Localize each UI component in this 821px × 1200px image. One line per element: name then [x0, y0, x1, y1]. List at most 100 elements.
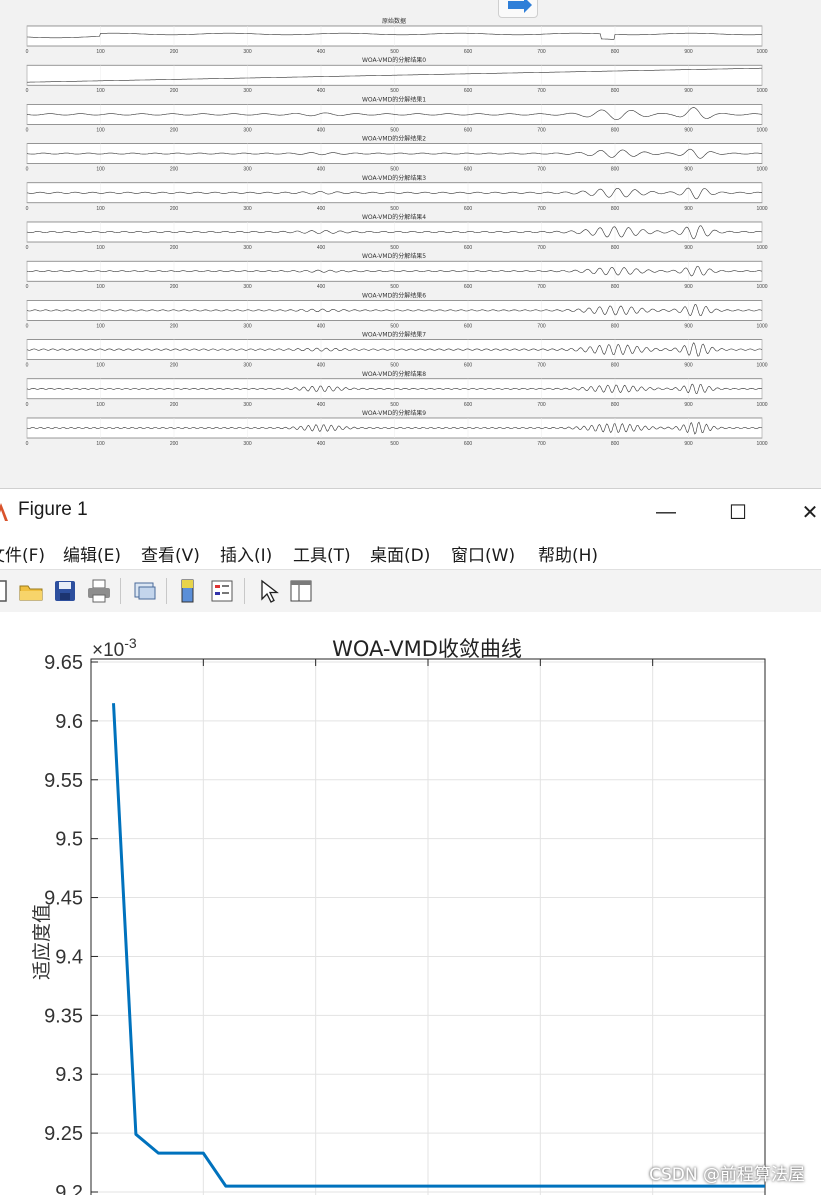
plot-area: WOA-VMD收敛曲线 ×10-3 9.2 9.25 9.3 9.35 9.4 9.45 9…	[0, 612, 821, 1200]
menu-file[interactable]: 文件(F)	[0, 541, 45, 566]
decomposition-panel: WOA-VMD的分解结果1 0 100 200 300 400 500 600 700 800 90…	[26, 95, 768, 133]
panel-x-tick-label: 500	[390, 206, 399, 212]
figure-window: Figure 1 — ☐ ✕ 文件(F) 编辑(E) 查看(V) 插入(I) 工…	[0, 488, 821, 1200]
panel-x-tick-label: 1000	[756, 363, 767, 369]
panel-x-tick-label: 0	[26, 49, 29, 55]
share-button[interactable]	[498, 0, 538, 18]
decomposition-panel: WOA-VMD的分解结果4 0 100 200 300 400 500 600 700 800 90…	[26, 213, 768, 251]
panel-x-tick-label: 600	[464, 441, 473, 447]
panel-x-tick-label: 100	[96, 245, 105, 251]
panel-x-tick-label: 800	[611, 363, 620, 369]
panel-x-tick-label: 700	[537, 402, 546, 408]
panel-x-tick-label: 800	[611, 441, 620, 447]
decomposition-panel: WOA-VMD的分解结果2 0 100 200 300 400 500 600 700 800 90…	[26, 135, 768, 173]
figure-toolbar	[0, 569, 821, 613]
panel-x-tick-label: 300	[243, 167, 252, 173]
panel-x-tick-label: 0	[26, 167, 29, 173]
panel-x-tick-label: 200	[170, 127, 179, 133]
print-icon[interactable]	[85, 577, 113, 605]
panel-x-tick-label: 400	[317, 206, 326, 212]
panel-x-tick-label: 900	[684, 441, 693, 447]
close-button[interactable]: ✕	[790, 495, 821, 529]
panel-x-tick-label: 400	[317, 245, 326, 251]
panel-x-tick-label: 900	[684, 88, 693, 94]
panel-title: WOA-VMD的分解结果4	[362, 213, 426, 221]
insert-colorbar-icon[interactable]	[174, 577, 202, 605]
new-figure-icon[interactable]	[0, 577, 14, 605]
panel-x-tick-label: 300	[243, 402, 252, 408]
panel-x-tick-label: 1000	[756, 88, 767, 94]
y-tick-label: 9.35	[44, 1005, 83, 1027]
panel-title: WOA-VMD的分解结果3	[362, 174, 426, 182]
panel-x-tick-label: 600	[464, 284, 473, 290]
panel-x-tick-label: 900	[684, 167, 693, 173]
y-tick-label: 9.4	[55, 946, 83, 968]
panel-title: WOA-VMD的分解结果7	[362, 331, 426, 339]
panel-x-tick-label: 1000	[756, 245, 767, 251]
menu-help[interactable]: 帮助(H)	[538, 541, 598, 566]
y-tick-label: 9.65	[44, 652, 83, 674]
panel-x-tick-label: 700	[537, 206, 546, 212]
panel-x-tick-label: 400	[317, 88, 326, 94]
panel-x-tick-label: 600	[464, 206, 473, 212]
panel-x-tick-label: 1000	[756, 127, 767, 133]
insert-legend-icon[interactable]	[208, 577, 236, 605]
property-editor-icon[interactable]	[287, 577, 315, 605]
decomposition-panel: WOA-VMD的分解结果8 0 100 200 300 400 500 600 700 800 90…	[26, 370, 768, 408]
panel-x-tick-label: 900	[684, 363, 693, 369]
panel-x-tick-label: 0	[26, 206, 29, 212]
save-icon[interactable]	[51, 577, 79, 605]
y-exponent-power: -3	[124, 635, 137, 651]
y-tick-label: 9.25	[44, 1123, 83, 1145]
panel-x-tick-label: 600	[464, 88, 473, 94]
menu-edit[interactable]: 编辑(E)	[63, 541, 121, 566]
panel-x-tick-label: 700	[537, 127, 546, 133]
panel-x-tick-label: 700	[537, 88, 546, 94]
menu-insert[interactable]: 插入(I)	[220, 541, 272, 566]
panel-x-tick-label: 200	[170, 402, 179, 408]
panel-x-tick-label: 1000	[756, 206, 767, 212]
open-folder-icon[interactable]	[17, 577, 45, 605]
panel-x-tick-label: 400	[317, 49, 326, 55]
menu-window[interactable]: 窗口(W)	[451, 541, 515, 566]
panel-x-tick-label: 0	[26, 441, 29, 447]
panel-x-tick-label: 100	[96, 127, 105, 133]
decomposition-panel: 原始数据 0 100 200 300 400 500 600 700 800 900 1000	[26, 17, 768, 55]
panel-x-tick-label: 500	[390, 441, 399, 447]
panel-x-tick-label: 500	[390, 323, 399, 329]
panel-title: WOA-VMD的分解结果8	[362, 370, 426, 378]
panel-x-tick-label: 200	[170, 323, 179, 329]
panel-title: WOA-VMD的分解结果1	[362, 95, 426, 103]
panel-x-tick-label: 900	[684, 402, 693, 408]
link-plot-icon[interactable]	[131, 577, 159, 605]
toolbar-separator	[244, 578, 245, 604]
title-bar: Figure 1 — ☐ ✕	[0, 489, 821, 535]
panel-x-tick-label: 900	[684, 127, 693, 133]
panel-x-tick-label: 1000	[756, 167, 767, 173]
menu-tools[interactable]: 工具(T)	[293, 541, 351, 566]
maximize-button[interactable]: ☐	[718, 495, 758, 529]
panel-x-tick-label: 100	[96, 441, 105, 447]
panel-x-tick-label: 700	[537, 441, 546, 447]
panel-x-tick-label: 600	[464, 245, 473, 251]
panel-title: WOA-VMD的分解结果0	[362, 56, 426, 64]
panel-x-tick-label: 200	[170, 441, 179, 447]
panel-x-tick-label: 700	[537, 284, 546, 290]
menu-view[interactable]: 查看(V)	[141, 541, 200, 566]
decomposition-panel: WOA-VMD的分解结果9 0 100 200 300 400 500 600 700 800 90…	[26, 409, 768, 447]
y-tick-label: 9.3	[55, 1064, 83, 1086]
y-exponent-base: ×10	[92, 640, 124, 661]
panel-x-tick-label: 100	[96, 206, 105, 212]
panel-x-tick-label: 0	[26, 284, 29, 290]
pointer-icon[interactable]	[254, 577, 282, 605]
panel-x-tick-label: 300	[243, 363, 252, 369]
menu-desktop[interactable]: 桌面(D)	[370, 541, 430, 566]
panel-title: 原始数据	[382, 17, 406, 25]
decomposition-panel: WOA-VMD的分解结果7 0 100 200 300 400 500 600 700 800 90…	[26, 331, 768, 369]
panel-x-tick-label: 300	[243, 323, 252, 329]
panel-x-tick-label: 700	[537, 323, 546, 329]
minimize-button[interactable]: —	[646, 495, 686, 529]
panel-x-tick-label: 600	[464, 49, 473, 55]
matlab-app-icon	[0, 503, 8, 521]
y-exponent-label: ×10-3	[92, 635, 137, 661]
